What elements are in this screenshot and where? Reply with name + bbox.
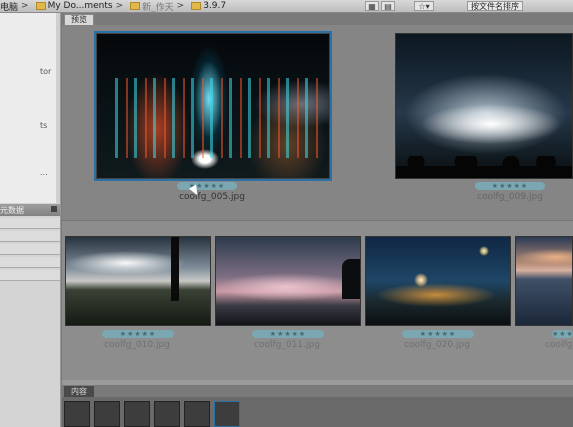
thumbnail-image[interactable] xyxy=(215,236,361,326)
folder-icon xyxy=(35,2,46,10)
rating-badge[interactable]: ★★★★★ xyxy=(552,330,573,338)
filename-label: coolfg_0 xyxy=(545,340,573,350)
content-thumbnail[interactable] xyxy=(154,401,180,427)
content-thumbnail[interactable] xyxy=(94,401,120,427)
thumbnail-image[interactable] xyxy=(365,236,511,326)
metadata-row[interactable] xyxy=(0,257,60,268)
tab-content[interactable]: 内容 xyxy=(64,386,94,397)
folder-icon xyxy=(130,2,141,10)
left-panel: tor ts ... 元数据 xyxy=(0,13,61,427)
thumbnail-image[interactable] xyxy=(515,236,573,326)
breadcrumb-item-documents[interactable]: My Do...ments > xyxy=(35,1,127,11)
sort-controls: 按文件名排序 xyxy=(467,0,523,12)
filename-label: coolfg_009.jpg xyxy=(477,192,543,202)
metadata-tab-label: 元数据 xyxy=(0,206,24,215)
breadcrumb-item-computer[interactable]: 电脑 > xyxy=(0,0,32,13)
content-thumbnail[interactable] xyxy=(64,401,90,427)
star-filter-icon[interactable]: ☆▾ xyxy=(414,1,434,11)
filename-label: coolfg_011.jpg xyxy=(254,340,320,350)
breadcrumb-label: 电脑 xyxy=(0,2,19,13)
filename-label: coolfg_020.jpg xyxy=(404,340,470,350)
rating-badge[interactable]: ★★★★★ xyxy=(102,330,174,338)
metadata-tab[interactable]: 元数据 xyxy=(0,204,60,216)
preview-image-1[interactable] xyxy=(94,31,332,181)
breadcrumb-label: My Do...ments xyxy=(47,1,113,11)
content-thumbnail[interactable] xyxy=(214,401,240,427)
thumbnail-image[interactable] xyxy=(65,236,211,326)
metadata-row[interactable] xyxy=(0,231,60,242)
favorite-item[interactable]: tor xyxy=(40,67,51,76)
breadcrumb-label: 新_作天 xyxy=(142,2,174,13)
panel-menu-icon[interactable] xyxy=(51,206,57,212)
favorite-item[interactable]: ... xyxy=(40,168,48,177)
metadata-row[interactable] xyxy=(0,270,60,281)
breadcrumb-separator: > xyxy=(21,1,29,11)
rating-badge[interactable]: ★★★★★ xyxy=(252,330,324,338)
thumbnail-grid: ★★★★★ coolfg_010.jpg ★★★★★ coolfg_011.jp… xyxy=(62,220,573,381)
breadcrumb-separator: > xyxy=(115,1,124,11)
breadcrumb-separator: > xyxy=(176,1,185,11)
grid-view-icon[interactable]: ▦ xyxy=(365,1,379,11)
breadcrumb-item-current[interactable]: 3.9.7 xyxy=(191,1,226,11)
list-view-icon[interactable]: ▤ xyxy=(381,1,395,11)
favorites-panel: tor ts ... xyxy=(0,13,56,203)
favorite-item[interactable]: ts xyxy=(40,121,47,130)
rating-badge[interactable]: ★★★★★ xyxy=(177,182,237,190)
metadata-row[interactable] xyxy=(0,218,60,229)
breadcrumb-item-folder[interactable]: 新_作天 > xyxy=(130,0,187,13)
folder-icon xyxy=(191,2,202,10)
view-controls: ▦ ▤ xyxy=(365,0,397,12)
filename-label: coolfg_005.jpg xyxy=(179,192,245,202)
panel-scrollbar[interactable] xyxy=(56,13,60,203)
tab-preview[interactable]: 预览 xyxy=(64,14,94,25)
filter-controls: ☆▾ xyxy=(414,0,436,12)
rating-badge[interactable]: ★★★★★ xyxy=(402,330,474,338)
preview-image-2[interactable] xyxy=(395,33,573,179)
metadata-row[interactable] xyxy=(0,244,60,255)
preview-pane: ★★★★★ coolfg_005.jpg ★★★★★ coolfg_009.jp… xyxy=(62,25,573,220)
filename-label: coolfg_010.jpg xyxy=(104,340,170,350)
horizontal-scrollbar[interactable] xyxy=(62,380,573,385)
sort-dropdown[interactable]: 按文件名排序 xyxy=(467,1,523,11)
rating-badge[interactable]: ★★★★★ xyxy=(475,182,545,190)
breadcrumb-label: 3.9.7 xyxy=(203,1,227,11)
content-thumbnail[interactable] xyxy=(124,401,150,427)
content-thumbnail[interactable] xyxy=(184,401,210,427)
content-panel xyxy=(62,397,573,427)
